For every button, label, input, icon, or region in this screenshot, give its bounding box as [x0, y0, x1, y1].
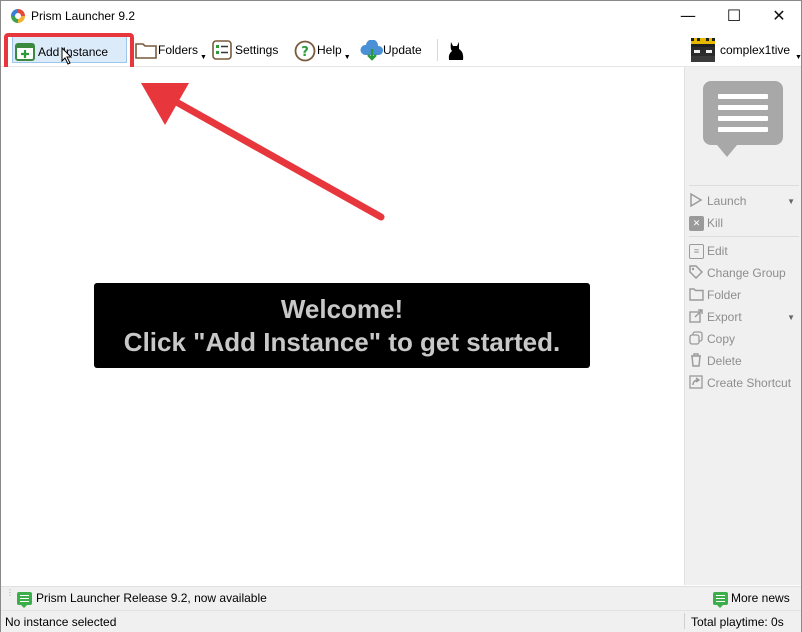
grip-handle: ⋮: [6, 588, 14, 597]
help-dropdown-caret-icon: ▼: [343, 53, 351, 61]
export-icon: [689, 308, 704, 326]
edit-icon: ≡: [689, 243, 704, 259]
welcome-line-2: Click "Add Instance" to get started.: [123, 327, 561, 357]
welcome-message: Welcome! Click "Add Instance" to get sta…: [94, 283, 590, 368]
cat-icon: [446, 40, 466, 60]
copy-icon: [689, 330, 704, 348]
export-dropdown-caret-icon: ▼: [787, 312, 795, 322]
news-text: Prism Launcher Release 9.2, now availabl…: [36, 591, 267, 605]
launch-label: Launch: [707, 194, 747, 208]
change-group-button[interactable]: Change Group: [689, 263, 799, 283]
delete-button[interactable]: Delete: [689, 351, 799, 371]
folders-dropdown-caret-icon: ▼: [200, 53, 207, 61]
launch-button[interactable]: Launch ▼: [689, 191, 799, 211]
tag-icon: [689, 264, 704, 282]
news-link[interactable]: Prism Launcher Release 9.2, now availabl…: [17, 591, 267, 608]
export-label: Export: [707, 310, 742, 324]
shortcut-icon: [689, 374, 704, 392]
mouse-cursor-icon: [61, 47, 73, 65]
settings-icon: [212, 40, 232, 60]
instance-side-panel: Launch ▼ ✕ Kill ≡ Edit Change Group Fold…: [684, 67, 801, 585]
play-icon: [689, 192, 704, 210]
edit-button[interactable]: ≡ Edit: [689, 241, 799, 261]
help-icon: ?: [294, 40, 316, 62]
minimize-button[interactable]: —: [665, 1, 711, 31]
folder-icon: [689, 287, 704, 304]
account-name: complex1tive: [720, 43, 791, 57]
welcome-line-1: Welcome!: [280, 294, 404, 324]
instance-status: No instance selected: [5, 615, 117, 629]
kill-button[interactable]: ✕ Kill: [689, 213, 799, 233]
toolbar-separator: [437, 39, 438, 61]
more-news-label: More news: [731, 591, 790, 605]
total-playtime: Total playtime: 0s: [691, 615, 784, 629]
news-bar: ⋮ Prism Launcher Release 9.2, now availa…: [1, 586, 801, 610]
copy-button[interactable]: Copy: [689, 329, 799, 349]
create-shortcut-button[interactable]: Create Shortcut: [689, 373, 799, 393]
title-bar: Prism Launcher 9.2 — ☐ ✕: [1, 1, 801, 31]
folders-button[interactable]: Folders ▼: [135, 35, 207, 65]
folders-label: Folders: [158, 43, 199, 57]
change-group-label: Change Group: [707, 266, 786, 280]
kill-icon: ✕: [689, 215, 704, 231]
launch-dropdown-caret-icon: ▼: [787, 196, 795, 206]
maximize-button[interactable]: ☐: [711, 1, 757, 31]
update-button[interactable]: Update: [360, 35, 422, 65]
side-separator: [689, 236, 799, 237]
folder-label: Folder: [707, 288, 742, 302]
more-news-icon: [713, 591, 728, 608]
account-button[interactable]: complex1tive ▼: [691, 35, 802, 65]
account-avatar-icon: [691, 38, 715, 62]
main-window: Prism Launcher 9.2 — ☐ ✕ Add Instance Fo…: [0, 0, 802, 632]
update-label: Update: [383, 43, 422, 57]
news-bubble-tail: [717, 145, 737, 157]
copy-label: Copy: [707, 332, 736, 346]
settings-button[interactable]: Settings: [212, 35, 278, 65]
edit-label: Edit: [707, 244, 728, 258]
folder-icon: [135, 40, 157, 60]
prism-logo-icon: [11, 9, 25, 23]
news-icon: [17, 591, 32, 608]
create-shortcut-label: Create Shortcut: [707, 376, 792, 390]
trash-icon: [689, 352, 704, 370]
window-title: Prism Launcher 9.2: [31, 9, 136, 23]
side-separator: [689, 185, 799, 186]
kill-label: Kill: [707, 216, 724, 230]
cat-button[interactable]: [446, 35, 469, 65]
delete-label: Delete: [707, 354, 742, 368]
update-cloud-icon: [360, 39, 384, 61]
account-dropdown-caret-icon: ▼: [795, 53, 802, 61]
news-bubble-icon: [703, 81, 783, 145]
status-bar: No instance selected Total playtime: 0s: [1, 610, 801, 632]
svg-text:?: ?: [301, 45, 309, 60]
folder-button[interactable]: Folder: [689, 285, 799, 305]
help-button[interactable]: ? Help ▼: [294, 35, 351, 65]
annotation-arrow: [141, 83, 385, 221]
settings-label: Settings: [235, 43, 279, 57]
status-separator: [684, 613, 685, 629]
help-label: Help: [317, 43, 342, 57]
close-button[interactable]: ✕: [756, 1, 802, 31]
more-news-button[interactable]: More news: [713, 591, 790, 608]
export-button[interactable]: Export ▼: [689, 307, 799, 327]
